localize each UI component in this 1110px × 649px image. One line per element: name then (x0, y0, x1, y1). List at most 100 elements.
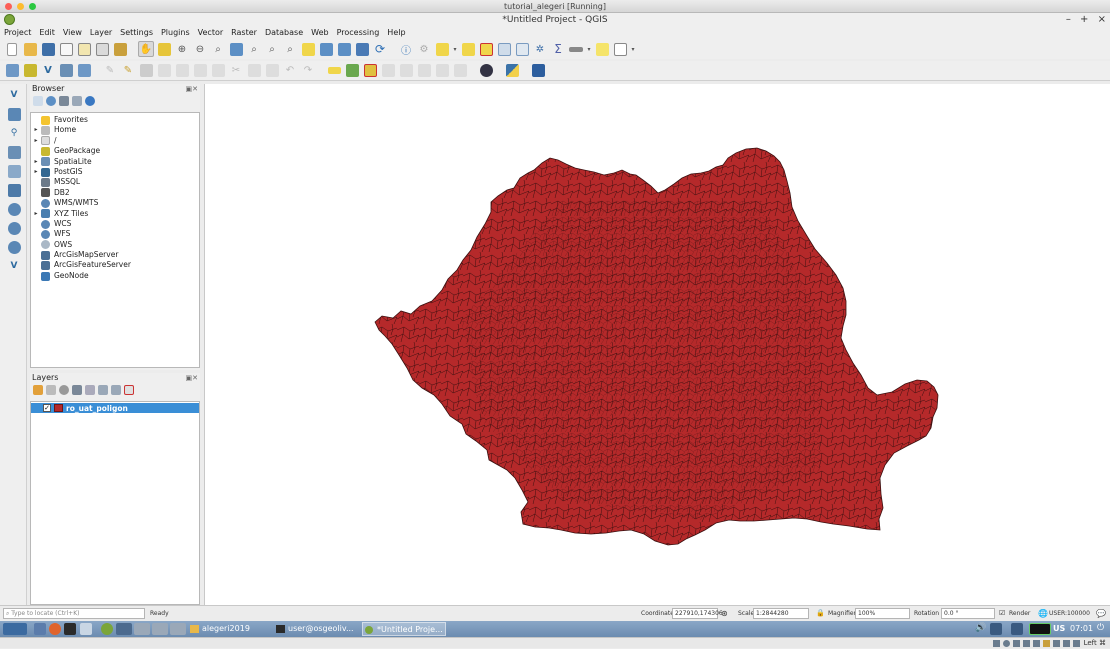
pin-labels-icon[interactable] (380, 63, 396, 79)
zoom-in-icon[interactable]: ⊕ (174, 41, 190, 57)
expand-arrow-icon[interactable]: ▸ (31, 157, 41, 167)
menu-view[interactable]: View (59, 27, 86, 39)
zoom-window-button[interactable] (29, 3, 36, 10)
recording-icon[interactable] (1063, 640, 1070, 647)
toggle-editing-icon[interactable]: ✎ (120, 63, 136, 79)
browser-item[interactable]: Favorites (31, 115, 199, 125)
visibility-eye-icon[interactable] (59, 385, 69, 395)
expand-arrow-icon[interactable]: ▸ (31, 136, 41, 146)
zoom-full-icon[interactable] (228, 41, 244, 57)
crs-button[interactable]: USER:100000 (1049, 608, 1090, 619)
vertex-tool-icon[interactable] (174, 63, 190, 79)
delete-selected-icon[interactable] (210, 63, 226, 79)
mouse-integration-icon[interactable] (1073, 640, 1080, 647)
zoom-rubber-icon[interactable]: ⌕ (210, 41, 226, 57)
new-shapefile-icon[interactable]: V (40, 63, 56, 79)
show-layout-icon[interactable] (94, 41, 110, 57)
new-geopackage-icon[interactable] (22, 63, 38, 79)
magnifier-field[interactable]: 100% (855, 608, 910, 619)
display-icon[interactable] (1011, 623, 1023, 635)
browser-item[interactable]: ▸ PostGIS (31, 167, 199, 177)
expand-arrow-icon[interactable]: ▸ (31, 125, 41, 135)
terminal-icon[interactable] (64, 623, 76, 635)
filter-expression-icon[interactable] (85, 385, 95, 395)
browser-item[interactable]: GeoNode (31, 271, 199, 281)
browser-item[interactable]: OWS (31, 240, 199, 250)
browser-item[interactable]: WCS (31, 219, 199, 229)
add-wcs-icon[interactable] (4, 220, 24, 236)
add-group-icon[interactable] (46, 385, 56, 395)
zoom-layer-icon[interactable]: ⌕ (264, 41, 280, 57)
pan-to-selection-icon[interactable] (156, 41, 172, 57)
menu-project[interactable]: Project (0, 27, 35, 39)
filter-icon[interactable] (72, 385, 82, 395)
minimize-window-button[interactable] (17, 3, 24, 10)
label-abc-icon[interactable] (326, 63, 342, 79)
open-project-icon[interactable] (22, 41, 38, 57)
maximize-button[interactable]: + (1080, 14, 1088, 25)
file-manager-icon[interactable] (34, 623, 46, 635)
browser-item[interactable]: ▸ SpatiaLite (31, 157, 199, 167)
menu-plugins[interactable]: Plugins (157, 27, 194, 39)
optical-icon[interactable] (1003, 640, 1010, 647)
menu-layer[interactable]: Layer (86, 27, 116, 39)
add-vector-layer-icon[interactable]: V (4, 87, 24, 103)
chevron-down-icon[interactable]: ▾ (630, 41, 636, 57)
add-delimited-text-icon[interactable]: ⚲ (4, 125, 24, 141)
add-virtual-layer-icon[interactable] (4, 163, 24, 179)
zoom-native-icon[interactable]: ⌕ (282, 41, 298, 57)
layer-visibility-checkbox[interactable]: ✓ (43, 404, 51, 412)
messages-icon[interactable]: 💬 (1096, 608, 1106, 619)
add-feature-icon[interactable] (156, 63, 172, 79)
lock-scale-icon[interactable]: 🔒 (816, 608, 825, 619)
zoom-selection-icon[interactable]: ⌕ (246, 41, 262, 57)
metasearch-icon[interactable] (478, 63, 494, 79)
select-features-icon[interactable] (434, 41, 450, 57)
collapse-all-icon[interactable] (72, 96, 82, 106)
data-source-manager-icon[interactable] (4, 63, 20, 79)
edit-pencil-icon[interactable]: ✎ (102, 63, 118, 79)
select-by-value-icon[interactable] (460, 41, 476, 57)
layer-labeling-icon[interactable] (344, 63, 360, 79)
workspace-2[interactable] (134, 623, 150, 635)
add-raster-layer-icon[interactable] (4, 106, 24, 122)
panel-close-icon[interactable]: ▣✕ (186, 373, 198, 383)
deselect-icon[interactable] (478, 41, 494, 57)
panel-close-icon[interactable]: ▣✕ (186, 84, 198, 94)
change-label-icon[interactable] (452, 63, 468, 79)
field-calculator-icon[interactable] (514, 41, 530, 57)
browser-icon[interactable] (49, 623, 61, 635)
browser-item[interactable]: DB2 (31, 188, 199, 198)
scale-field[interactable]: 1:2844280 (753, 608, 809, 619)
browser-item[interactable]: MSSQL (31, 177, 199, 188)
new-map-view-icon[interactable] (336, 41, 352, 57)
menu-processing[interactable]: Processing (333, 27, 384, 39)
actions-gear-icon[interactable]: ⚙ (416, 41, 432, 57)
browser-item[interactable]: GeoPackage (31, 146, 199, 156)
style-panel-icon[interactable] (33, 385, 43, 395)
locator-search-input[interactable]: ⌕ Type to locate (Ctrl+K) (3, 608, 145, 619)
crs-globe-icon[interactable]: 🌐 (1038, 608, 1048, 619)
expand-arrow-icon[interactable]: ▸ (31, 167, 41, 177)
network-adapter-icon[interactable] (1023, 640, 1030, 647)
browser-item[interactable]: ▸ / (31, 136, 199, 146)
rotate-label-icon[interactable] (434, 63, 450, 79)
keyboard-layout[interactable]: US (1053, 622, 1065, 636)
cut-features-icon[interactable]: ✂ (228, 63, 244, 79)
audio-icon[interactable] (1013, 640, 1020, 647)
menu-help[interactable]: Help (383, 27, 409, 39)
help-icon[interactable] (530, 63, 546, 79)
new-print-layout-icon[interactable] (58, 41, 74, 57)
new-virtual-layer-icon[interactable] (76, 63, 92, 79)
layer-row[interactable]: ✓ ro_uat_poligon (31, 403, 199, 413)
chevron-down-icon[interactable]: ▾ (452, 41, 458, 57)
add-selected-layers-icon[interactable] (33, 96, 43, 106)
browser-item[interactable]: ▸ XYZ Tiles (31, 209, 199, 219)
filter-icon[interactable] (59, 96, 69, 106)
menu-database[interactable]: Database (261, 27, 307, 39)
browser-item[interactable]: WFS (31, 229, 199, 239)
map-tips-icon[interactable] (594, 41, 610, 57)
network-icon[interactable] (990, 623, 1002, 635)
qgis-launcher-icon[interactable] (101, 623, 113, 635)
start-menu-icon[interactable] (3, 623, 27, 635)
